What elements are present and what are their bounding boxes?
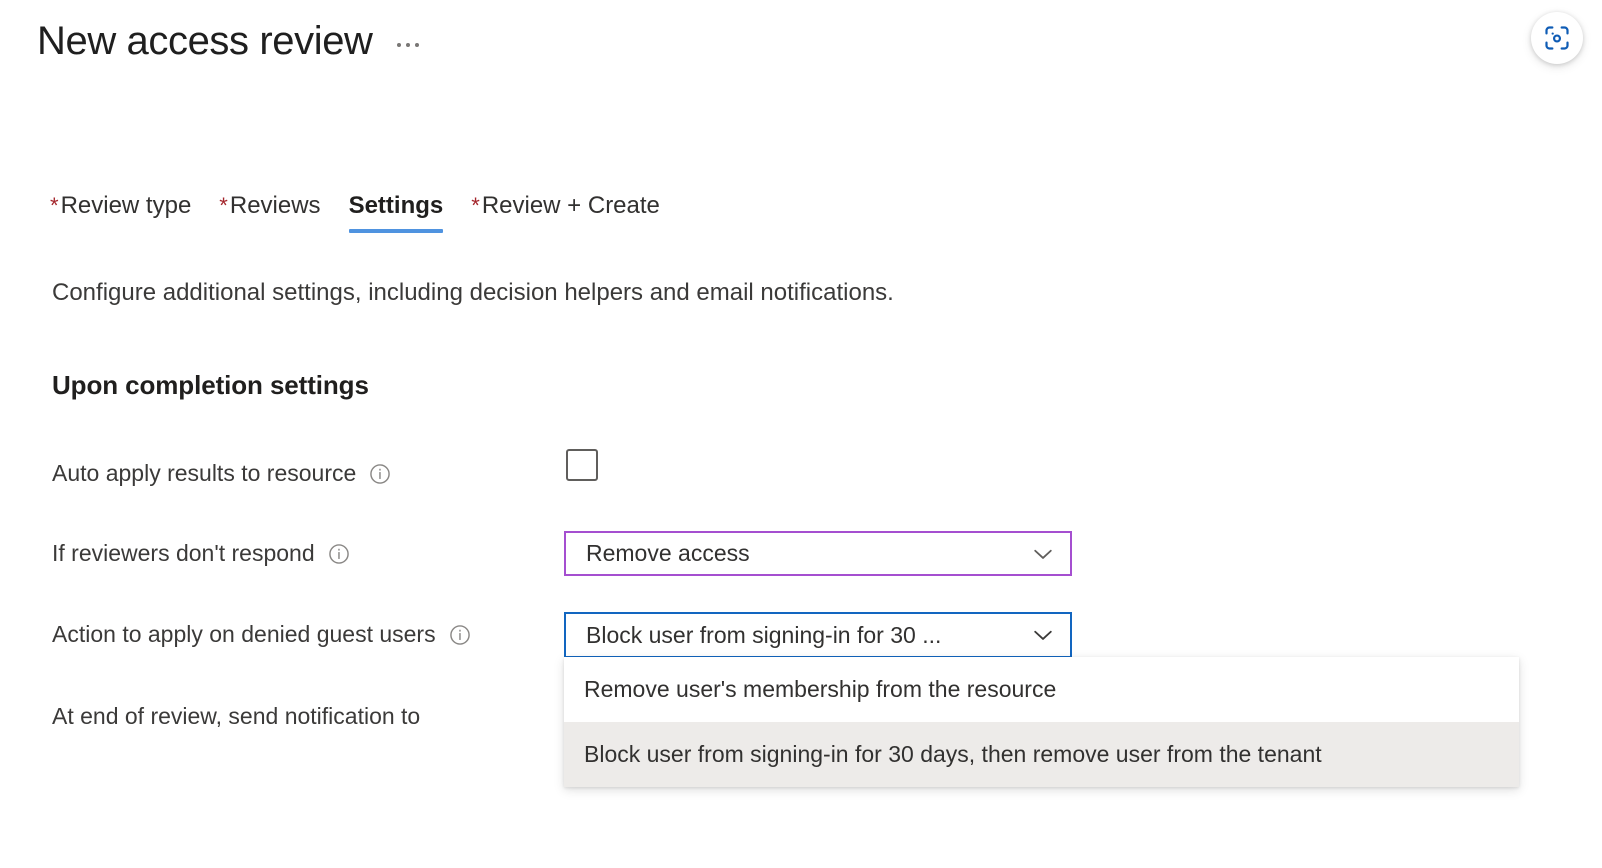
info-icon[interactable] bbox=[449, 624, 471, 646]
field-end-of-review-notification: At end of review, send notification to bbox=[52, 695, 420, 739]
field-if-reviewers-dont-respond: If reviewers don't respond bbox=[52, 532, 350, 576]
field-label: If reviewers don't respond bbox=[52, 540, 315, 568]
field-label: At end of review, send notification to bbox=[52, 703, 420, 731]
dropdown-option[interactable]: Block user from signing-in for 30 days, … bbox=[564, 722, 1519, 787]
action-denied-guest-users-dropdown: Remove user's membership from the resour… bbox=[564, 657, 1519, 787]
if-reviewers-dont-respond-select[interactable]: Remove access bbox=[564, 531, 1072, 576]
info-icon[interactable] bbox=[369, 463, 391, 485]
dropdown-option-label: Remove user's membership from the resour… bbox=[584, 676, 1056, 703]
field-label: Auto apply results to resource bbox=[52, 460, 356, 488]
action-denied-guest-users-select[interactable]: Block user from signing-in for 30 ... bbox=[564, 612, 1072, 658]
info-glyph bbox=[328, 543, 350, 565]
chevron-down-icon bbox=[1030, 541, 1056, 567]
dropdown-option-label: Block user from signing-in for 30 days, … bbox=[584, 741, 1322, 768]
select-value: Remove access bbox=[586, 540, 750, 567]
info-glyph bbox=[449, 624, 471, 646]
select-value: Block user from signing-in for 30 ... bbox=[586, 622, 941, 649]
field-label: Action to apply on denied guest users bbox=[52, 621, 436, 649]
field-action-denied-guest-users: Action to apply on denied guest users bbox=[52, 613, 471, 657]
dropdown-option[interactable]: Remove user's membership from the resour… bbox=[564, 657, 1519, 722]
info-icon[interactable] bbox=[328, 543, 350, 565]
field-auto-apply-results: Auto apply results to resource bbox=[52, 452, 391, 496]
info-glyph bbox=[369, 463, 391, 485]
chevron-down-icon bbox=[1030, 622, 1056, 648]
auto-apply-results-checkbox[interactable] bbox=[566, 449, 598, 481]
